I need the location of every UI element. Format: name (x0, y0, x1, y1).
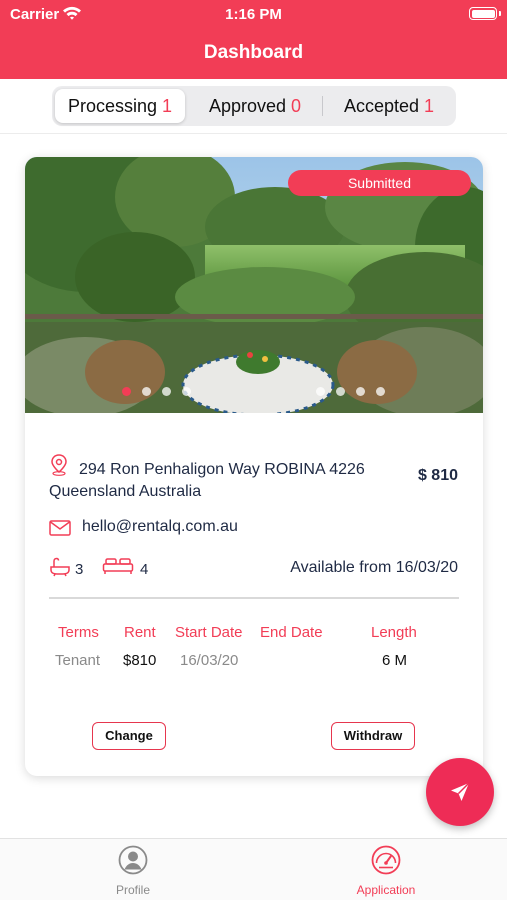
tab-approved-count: 0 (291, 96, 302, 116)
property-address: 294 Ron Penhaligon Way ROBINA 4226 Queen… (49, 461, 365, 500)
send-fab-button[interactable] (426, 758, 494, 826)
tab-processing-label: Processing (67, 96, 157, 116)
battery-icon (469, 7, 501, 20)
withdraw-button[interactable]: Withdraw (331, 722, 415, 750)
tab-processing[interactable]: Processing 1 (55, 89, 185, 123)
profile-icon (118, 845, 148, 875)
carousel-dot[interactable] (376, 387, 385, 396)
clock: 1:16 PM (225, 6, 282, 23)
segment-divider (322, 96, 323, 116)
contact-email[interactable]: hello@rentalq.com.au (82, 518, 238, 536)
table-header-start-date: Start Date (175, 624, 243, 641)
bed-icon (102, 558, 134, 574)
card-divider (49, 597, 459, 599)
bathtub-icon (50, 557, 70, 577)
app-header: Carrier 1:16 PM Dashboard (0, 0, 507, 79)
bottom-tab-bar: Profile Application (0, 838, 507, 900)
bathroom-count: 3 (75, 561, 84, 578)
tab-profile[interactable]: Profile (73, 839, 193, 900)
page-title: Dashboard (203, 42, 304, 63)
available-date: Available from 16/03/20 (290, 559, 458, 576)
tab-approved-label: Approved (208, 96, 287, 116)
speedometer-icon (371, 845, 401, 875)
tab-accepted-count: 1 (424, 96, 435, 116)
status-bar: Carrier 1:16 PM (0, 0, 507, 30)
carousel-dot[interactable] (316, 387, 325, 396)
tab-accepted[interactable]: Accepted 1 (324, 89, 454, 123)
carousel-dot[interactable] (336, 387, 345, 396)
carousel-dot[interactable] (356, 387, 365, 396)
carousel-dot[interactable] (142, 387, 151, 396)
carousel-dot[interactable] (162, 387, 171, 396)
tab-processing-count: 1 (162, 96, 173, 116)
tab-accepted-label: Accepted (343, 96, 420, 116)
table-cell-length: 6 M (382, 652, 408, 669)
table-header-rent: Rent (124, 624, 156, 641)
tab-application[interactable]: Application (326, 839, 446, 900)
send-icon (451, 782, 470, 801)
tab-profile-label: Profile (115, 883, 150, 897)
table-cell-start-date: 16/03/20 (180, 652, 239, 669)
table-header-length: Length (371, 624, 417, 641)
table-header-terms: Terms (58, 624, 99, 641)
table-cell-rent: $810 (123, 652, 157, 669)
status-segmented-control: Processing 1 Approved 0 Accepted 1 (52, 86, 456, 126)
tab-application-label: Application (356, 883, 416, 897)
property-price: $ 810 (417, 467, 458, 484)
carousel-dot[interactable] (182, 387, 191, 396)
application-card[interactable]: Submitted 294 Ron Penhaligon Way ROBINA … (25, 157, 483, 776)
table-header-end-date: End Date (260, 624, 323, 641)
carousel-dot[interactable] (122, 387, 131, 396)
bedroom-count: 4 (140, 561, 149, 578)
carousel-dots[interactable] (25, 387, 483, 397)
table-cell-terms: Tenant (55, 652, 101, 669)
property-photo[interactable]: Submitted (25, 157, 483, 413)
tab-approved[interactable]: Approved 0 (190, 89, 320, 123)
mail-icon (49, 520, 71, 536)
header-divider (0, 133, 507, 134)
change-button[interactable]: Change (92, 722, 166, 750)
status-badge: Submitted (288, 170, 471, 196)
